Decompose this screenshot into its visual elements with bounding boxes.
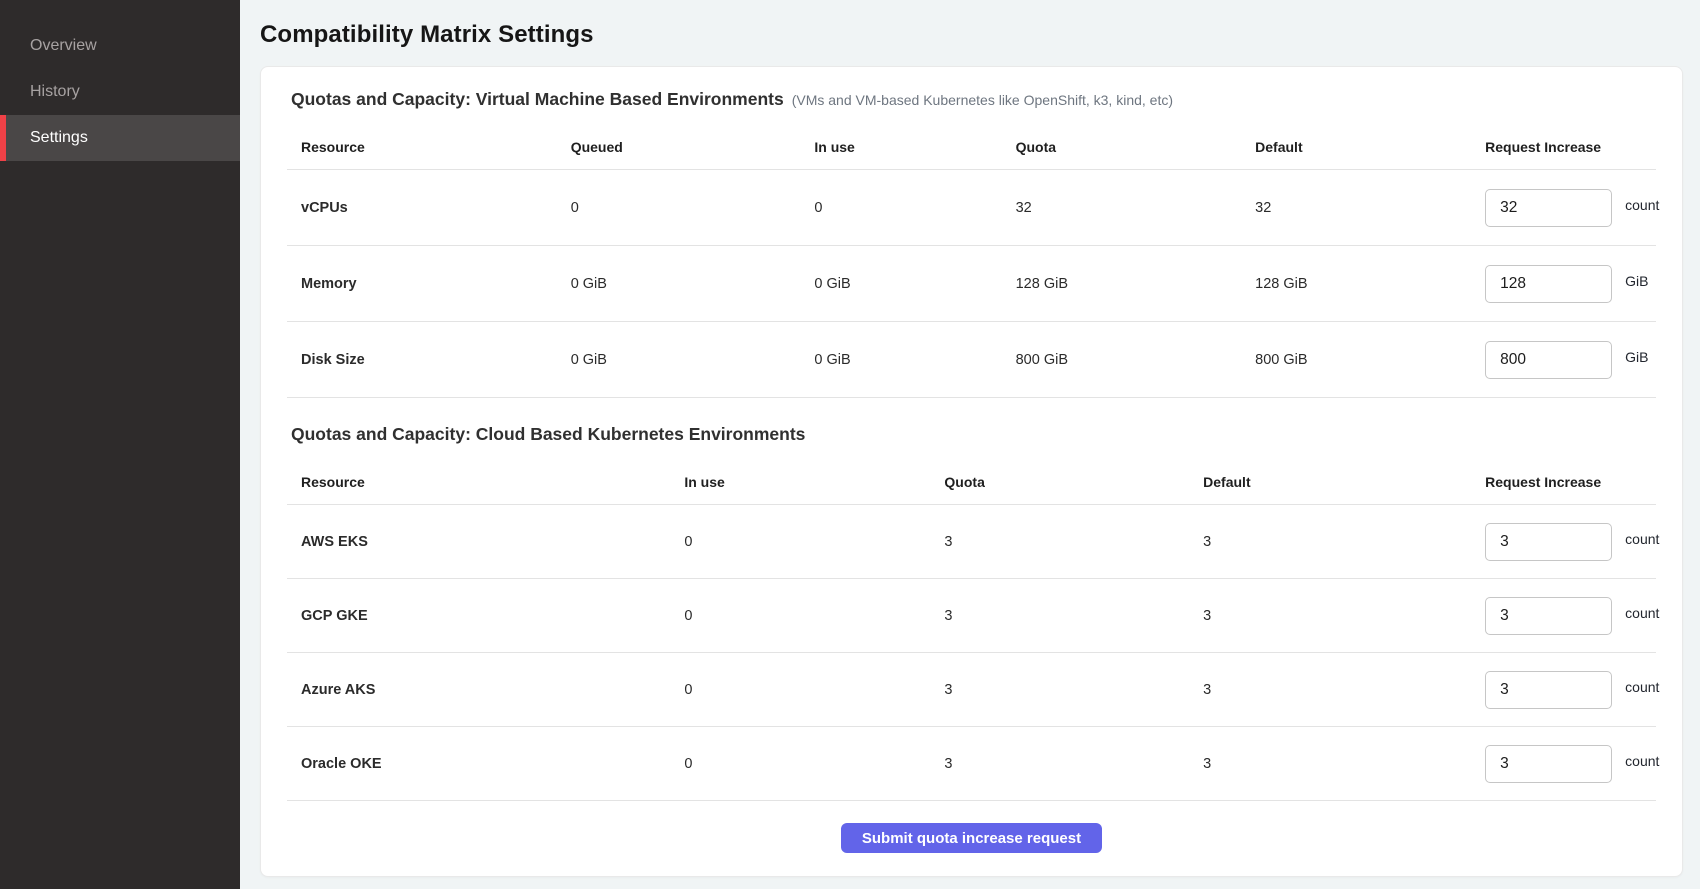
quota-value: 32: [1002, 200, 1242, 216]
column-header-in-use: In use: [670, 474, 930, 490]
cloud-quota-table: Resource In use Quota Default Request In…: [287, 459, 1656, 801]
request-increase-input-oracle-oke[interactable]: [1485, 745, 1612, 783]
vm-section-subtitle: (VMs and VM-based Kubernetes like OpenSh…: [792, 92, 1173, 108]
main-content: Compatibility Matrix Settings Quotas and…: [240, 0, 1700, 889]
sidebar-item-overview[interactable]: Overview: [0, 23, 240, 69]
table-row-aws-eks: AWS EKS 0 3 3 count: [287, 505, 1656, 579]
in-use-value: 0: [800, 200, 1001, 216]
unit-label: count: [1625, 197, 1659, 213]
unit-label: count: [1625, 679, 1659, 695]
resource-name: Memory: [287, 276, 557, 292]
quota-value: 128 GiB: [1002, 276, 1242, 292]
column-header-request-increase: Request Increase: [1471, 139, 1656, 155]
sidebar-item-history[interactable]: History: [0, 69, 240, 115]
cloud-section-title: Quotas and Capacity: Cloud Based Kuberne…: [291, 424, 805, 445]
quota-value: 3: [930, 682, 1189, 698]
quota-value: 3: [930, 756, 1189, 772]
request-increase-cell: count: [1471, 597, 1659, 635]
unit-label: GiB: [1625, 273, 1648, 289]
default-value: 32: [1241, 200, 1471, 216]
request-increase-cell: GiB: [1471, 265, 1656, 303]
unit-label: count: [1625, 531, 1659, 547]
sidebar-item-settings[interactable]: Settings: [0, 115, 240, 161]
table-row-azure-aks: Azure AKS 0 3 3 count: [287, 653, 1656, 727]
table-row-vcpus: vCPUs 0 0 32 32 count: [287, 170, 1656, 246]
unit-label: count: [1625, 753, 1659, 769]
in-use-value: 0: [670, 682, 930, 698]
request-increase-input-gcp-gke[interactable]: [1485, 597, 1612, 635]
vm-quota-table: Resource Queued In use Quota Default Req…: [287, 124, 1656, 398]
default-value: 800 GiB: [1241, 352, 1471, 368]
column-header-default: Default: [1189, 474, 1471, 490]
request-increase-input-disk-size[interactable]: [1485, 341, 1612, 379]
resource-name: Disk Size: [287, 352, 557, 368]
in-use-value: 0: [670, 534, 930, 550]
column-header-in-use: In use: [800, 139, 1001, 155]
sidebar: Overview History Settings: [0, 0, 240, 889]
resource-name: Oracle OKE: [287, 756, 670, 772]
settings-card: Quotas and Capacity: Virtual Machine Bas…: [260, 66, 1683, 877]
request-increase-cell: GiB: [1471, 341, 1656, 379]
cloud-quotas-section: Quotas and Capacity: Cloud Based Kuberne…: [287, 424, 1656, 801]
in-use-value: 0: [670, 608, 930, 624]
resource-name: GCP GKE: [287, 608, 670, 624]
queued-value: 0: [557, 200, 801, 216]
table-row-gcp-gke: GCP GKE 0 3 3 count: [287, 579, 1656, 653]
column-header-quota: Quota: [1002, 139, 1242, 155]
default-value: 128 GiB: [1241, 276, 1471, 292]
vm-section-header: Quotas and Capacity: Virtual Machine Bas…: [291, 89, 1656, 110]
page-title: Compatibility Matrix Settings: [260, 21, 1683, 49]
request-increase-cell: count: [1471, 189, 1659, 227]
quota-value: 3: [930, 534, 1189, 550]
request-increase-input-vcpus[interactable]: [1485, 189, 1612, 227]
default-value: 3: [1189, 682, 1471, 698]
vm-quotas-section: Quotas and Capacity: Virtual Machine Bas…: [287, 89, 1656, 398]
request-increase-input-azure-aks[interactable]: [1485, 671, 1612, 709]
cloud-section-header: Quotas and Capacity: Cloud Based Kuberne…: [291, 424, 1656, 445]
request-increase-input-aws-eks[interactable]: [1485, 523, 1612, 561]
default-value: 3: [1189, 534, 1471, 550]
default-value: 3: [1189, 756, 1471, 772]
unit-label: count: [1625, 605, 1659, 621]
queued-value: 0 GiB: [557, 352, 801, 368]
request-increase-input-memory[interactable]: [1485, 265, 1612, 303]
table-row-oracle-oke: Oracle OKE 0 3 3 count: [287, 727, 1656, 801]
vm-section-title: Quotas and Capacity: Virtual Machine Bas…: [291, 89, 784, 110]
column-header-quota: Quota: [930, 474, 1189, 490]
table-row-memory: Memory 0 GiB 0 GiB 128 GiB 128 GiB GiB: [287, 246, 1656, 322]
column-header-resource: Resource: [287, 139, 557, 155]
in-use-value: 0 GiB: [800, 352, 1001, 368]
quota-value: 800 GiB: [1002, 352, 1242, 368]
request-increase-cell: count: [1471, 523, 1659, 561]
unit-label: GiB: [1625, 349, 1648, 365]
in-use-value: 0: [670, 756, 930, 772]
vm-table-header-row: Resource Queued In use Quota Default Req…: [287, 124, 1656, 170]
quota-value: 3: [930, 608, 1189, 624]
request-increase-cell: count: [1471, 671, 1659, 709]
submit-button-row: Submit quota increase request: [287, 801, 1656, 853]
submit-quota-increase-button[interactable]: Submit quota increase request: [841, 823, 1102, 853]
column-header-default: Default: [1241, 139, 1471, 155]
cloud-table-header-row: Resource In use Quota Default Request In…: [287, 459, 1656, 505]
in-use-value: 0 GiB: [800, 276, 1001, 292]
request-increase-cell: count: [1471, 745, 1659, 783]
column-header-request-increase: Request Increase: [1471, 474, 1656, 490]
column-header-queued: Queued: [557, 139, 801, 155]
queued-value: 0 GiB: [557, 276, 801, 292]
column-header-resource: Resource: [287, 474, 670, 490]
table-row-disk-size: Disk Size 0 GiB 0 GiB 800 GiB 800 GiB Gi…: [287, 322, 1656, 398]
resource-name: Azure AKS: [287, 682, 670, 698]
default-value: 3: [1189, 608, 1471, 624]
resource-name: vCPUs: [287, 200, 557, 216]
resource-name: AWS EKS: [287, 534, 670, 550]
